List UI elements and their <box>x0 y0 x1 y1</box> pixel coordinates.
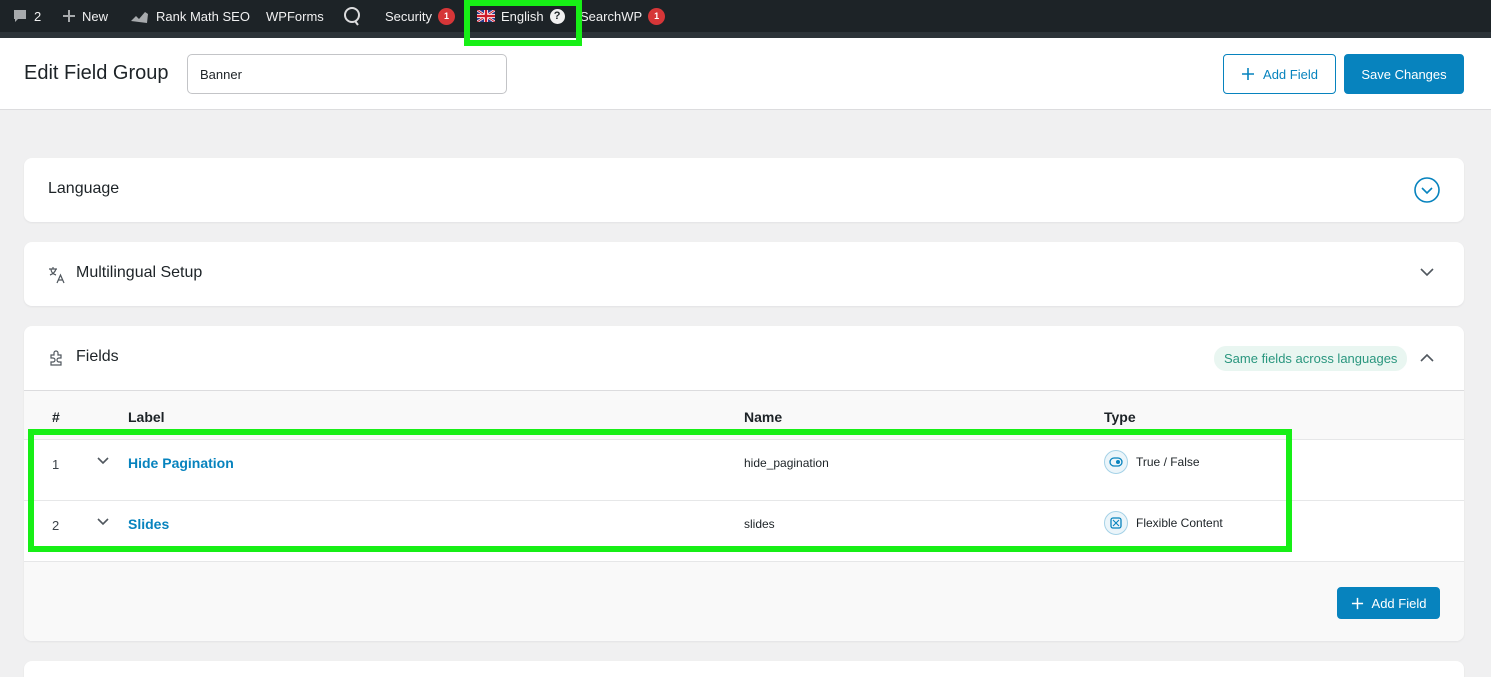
column-type: Type <box>1104 409 1136 425</box>
field-type: True / False <box>1104 450 1200 474</box>
wpforms-label: WPForms <box>266 8 324 24</box>
field-label-link[interactable]: Slides <box>128 516 169 532</box>
field-group-title-input[interactable] <box>187 54 507 94</box>
add-field-label: Add Field <box>1371 595 1427 611</box>
plus-icon <box>1351 597 1363 609</box>
comments-count: 2 <box>34 8 42 24</box>
rankmath-icon <box>131 12 148 23</box>
field-type-label: Flexible Content <box>1136 516 1223 530</box>
column-name: Name <box>744 409 783 425</box>
chevron-down-circle-icon[interactable] <box>1414 177 1440 203</box>
chevron-down-icon[interactable] <box>96 517 110 527</box>
field-name: hide_pagination <box>744 456 829 470</box>
plus-icon <box>63 10 75 22</box>
add-field-header-button[interactable]: Add Field <box>1223 54 1336 94</box>
support-icon <box>344 7 360 26</box>
language-label: English <box>501 8 544 24</box>
same-fields-badge: Same fields across languages <box>1214 346 1408 371</box>
fields-table-header: # Label Name Type <box>24 390 1464 440</box>
save-changes-button[interactable]: Save Changes <box>1344 54 1464 94</box>
field-name: slides <box>744 517 775 531</box>
translate-icon <box>49 267 65 284</box>
field-type-label: True / False <box>1136 455 1200 469</box>
searchwp-label: SearchWP <box>580 8 643 24</box>
security-label: Security <box>385 8 432 24</box>
field-label-link[interactable]: Hide Pagination <box>128 455 234 471</box>
page-header: Edit Field Group Add Field Save Changes <box>0 38 1491 110</box>
wpforms-menu[interactable]: WPForms <box>266 0 324 32</box>
language-panel: Language <box>24 158 1464 222</box>
rankmath-label: Rank Math SEO <box>156 8 250 24</box>
field-type: Flexible Content <box>1104 511 1223 535</box>
fields-panel-footer: Add Field <box>24 562 1464 641</box>
chevron-up-icon[interactable] <box>1420 353 1434 363</box>
next-panel <box>24 661 1464 677</box>
multilingual-panel: Multilingual Setup <box>24 242 1464 306</box>
multilingual-panel-title: Multilingual Setup <box>76 264 203 281</box>
toggle-icon <box>1104 450 1128 474</box>
puzzle-icon <box>50 350 62 366</box>
language-switcher[interactable]: English ? <box>477 0 565 32</box>
chevron-down-icon[interactable] <box>96 456 110 466</box>
new-menu[interactable]: New <box>62 0 108 32</box>
comments-menu[interactable]: 2 <box>12 0 41 32</box>
rankmath-menu[interactable]: Rank Math SEO <box>130 0 250 32</box>
multilingual-panel-header[interactable]: Multilingual Setup <box>24 242 1464 306</box>
language-panel-header[interactable]: Language <box>24 158 1464 222</box>
support-menu[interactable] <box>342 0 362 32</box>
fields-panel-header[interactable]: Fields Same fields across languages <box>24 326 1464 390</box>
column-num: # <box>52 409 60 425</box>
new-label: New <box>82 8 109 24</box>
table-row[interactable]: 2 Slides slides Flexible Content <box>24 501 1464 562</box>
security-badge: 1 <box>437 7 455 25</box>
table-row[interactable]: 1 Hide Pagination hide_pagination True /… <box>24 440 1464 501</box>
add-field-header-label: Add Field <box>1263 66 1318 82</box>
field-order: 1 <box>52 457 60 472</box>
help-icon[interactable]: ? <box>549 8 565 24</box>
fields-panel-title: Fields <box>76 348 119 365</box>
uk-flag-icon <box>477 10 495 22</box>
admin-bar: 2 New Rank Math SEO WPForms Security 1 E… <box>0 0 1491 32</box>
searchwp-menu[interactable]: SearchWP 1 <box>580 0 666 32</box>
fields-panel: Fields Same fields across languages # La… <box>24 326 1464 641</box>
field-order: 2 <box>52 518 60 533</box>
security-menu[interactable]: Security 1 <box>385 0 455 32</box>
searchwp-badge: 1 <box>648 7 666 25</box>
plus-icon <box>1242 68 1255 80</box>
column-label: Label <box>128 409 165 425</box>
add-field-button[interactable]: Add Field <box>1337 587 1440 619</box>
language-panel-title: Language <box>48 180 120 197</box>
chevron-down-icon[interactable] <box>1420 267 1434 277</box>
comment-icon <box>14 10 26 22</box>
flexible-content-icon <box>1104 511 1128 535</box>
page-title: Edit Field Group <box>24 62 169 84</box>
